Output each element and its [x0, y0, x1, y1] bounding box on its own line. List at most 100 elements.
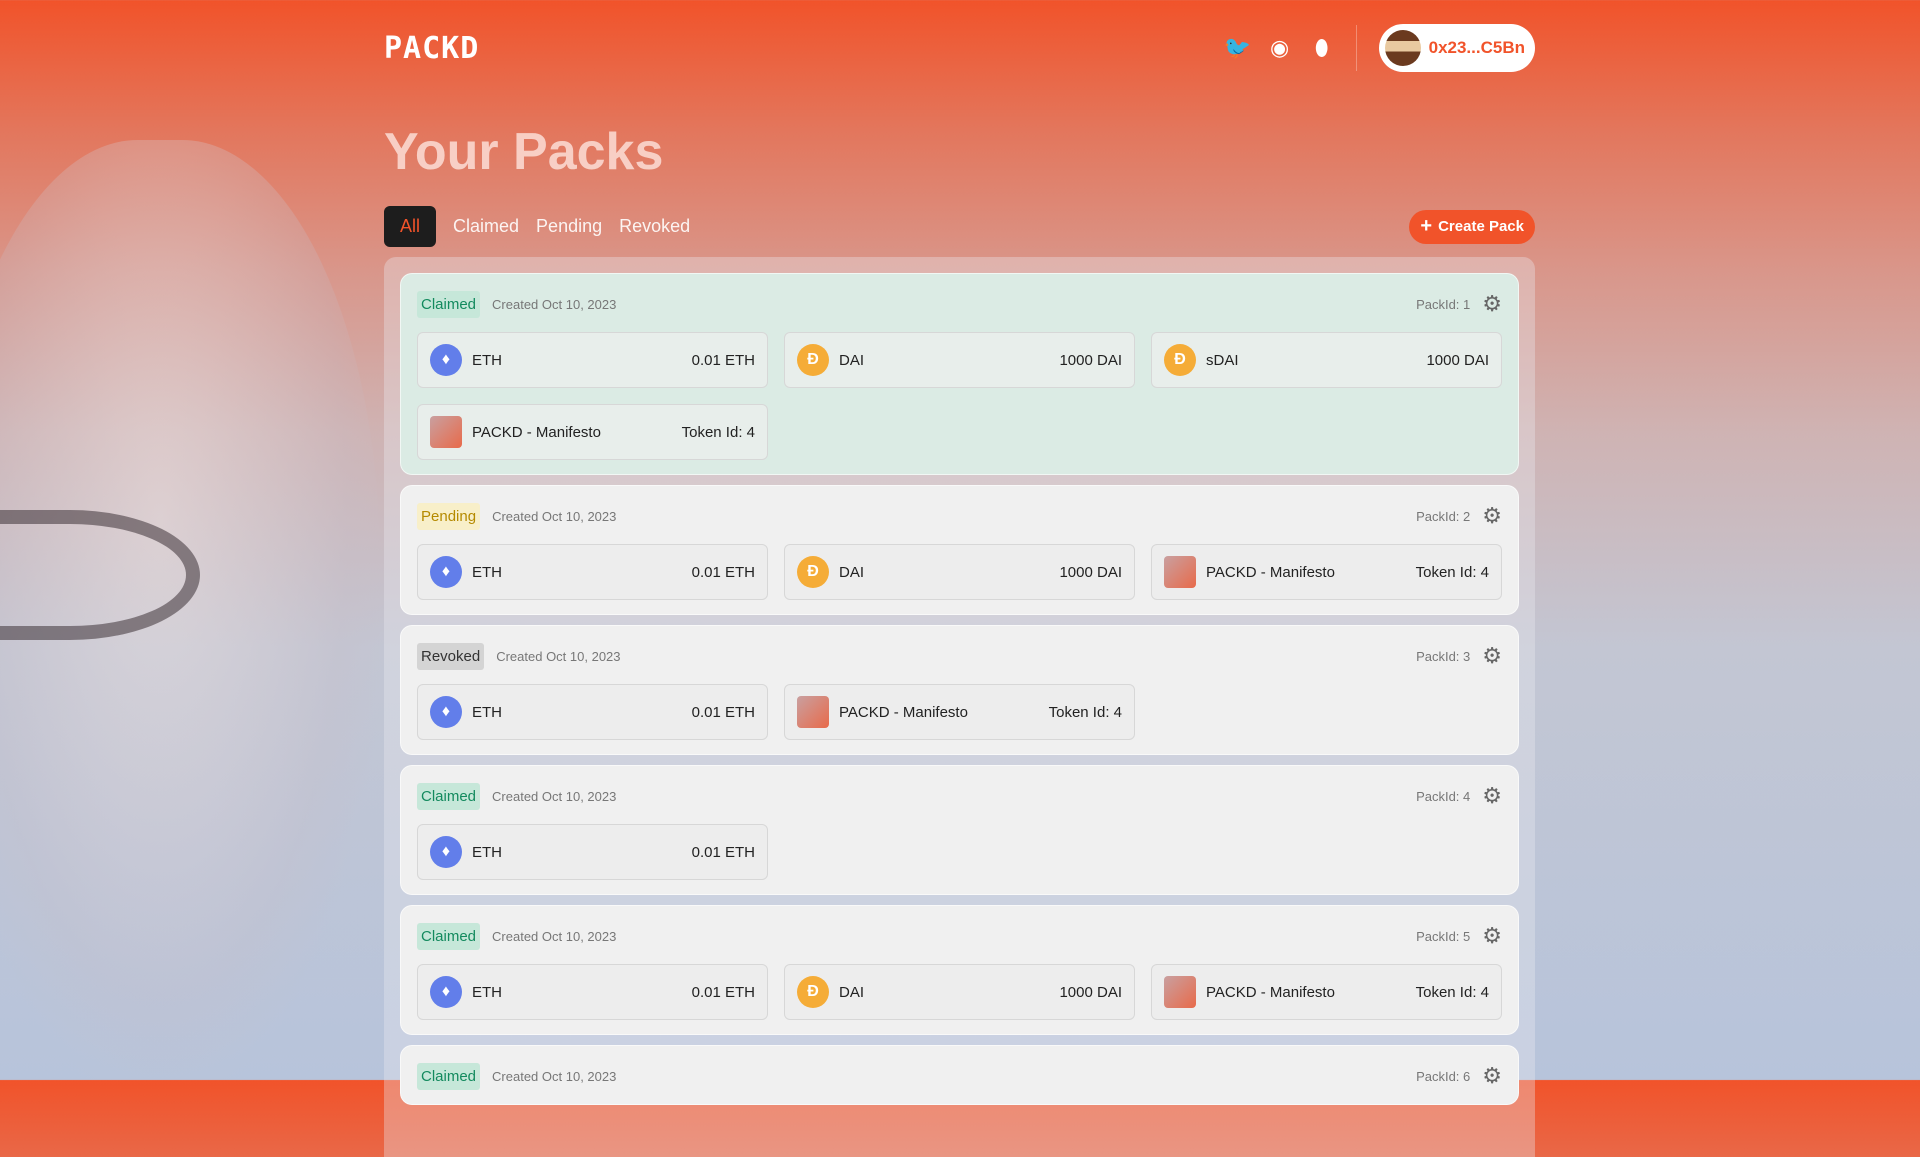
- status-badge: Claimed: [417, 290, 481, 318]
- create-pack-label: Create Pack: [1438, 218, 1524, 235]
- nft-thumbnail: [1164, 556, 1196, 588]
- pack-card[interactable]: Claimed Created Oct 10, 2023 PackId: 6 ⚙: [400, 1045, 1519, 1105]
- asset-name: DAI: [839, 563, 865, 581]
- asset-item: Ð DAI 1000 DAI: [784, 544, 1135, 600]
- asset-value: 0.01 ETH: [691, 843, 755, 861]
- status-badge: Claimed: [417, 922, 481, 950]
- asset-name: PACKD - Manifesto: [1206, 983, 1335, 1001]
- gear-icon[interactable]: ⚙: [1482, 503, 1502, 529]
- pack-card[interactable]: Claimed Created Oct 10, 2023 PackId: 4 ⚙ ♦ ET…: [400, 765, 1519, 895]
- twitter-icon[interactable]: 🐦: [1224, 35, 1251, 60]
- tab-pending[interactable]: Pending: [536, 216, 602, 237]
- asset-value: 1000 DAI: [1059, 351, 1122, 369]
- gear-icon[interactable]: ⚙: [1482, 783, 1502, 809]
- asset-item: PACKD - Manifesto Token Id: 4: [1151, 964, 1502, 1020]
- gear-icon[interactable]: ⚙: [1482, 291, 1502, 317]
- asset-item: PACKD - Manifesto Token Id: 4: [1151, 544, 1502, 600]
- nft-thumbnail: [1164, 976, 1196, 1008]
- pack-id: PackId: 5: [1416, 928, 1471, 944]
- page-title: Your Packs: [384, 123, 664, 181]
- asset-value: Token Id: 4: [1415, 563, 1489, 581]
- header: PACKD 🐦 ◉ ⬮ 0x23...C5Bn: [384, 0, 1535, 96]
- asset-item: ÐsDAI 1000 DAI: [1151, 332, 1502, 388]
- filter-tabs: All Claimed Pending Revoked: [384, 206, 690, 247]
- asset-value: 0.01 ETH: [691, 563, 755, 581]
- asset-item: ♦ ETH 0.01 ETH: [417, 544, 768, 600]
- asset-name: DAI: [839, 983, 865, 1001]
- asset-item: Ð DAI 1000 DAI: [784, 332, 1135, 388]
- wallet-address: 0x23...C5Bn: [1428, 38, 1525, 57]
- pack-id: PackId: 3: [1416, 648, 1471, 664]
- dai-icon: Ð: [797, 556, 829, 588]
- plus-icon: +: [1420, 215, 1433, 237]
- asset-value: 0.01 ETH: [691, 351, 755, 369]
- asset-item: PACKD - Manifesto Token Id: 4: [784, 684, 1135, 740]
- asset-value: 0.01 ETH: [691, 703, 755, 721]
- dai-icon: Ð: [797, 976, 829, 1008]
- background-photo: [0, 140, 380, 1080]
- asset-name: ETH: [472, 563, 502, 581]
- status-badge: Claimed: [417, 782, 481, 810]
- pack-id: PackId: 1: [1416, 296, 1471, 312]
- asset-name: ETH: [472, 843, 502, 861]
- notification-icon[interactable]: ⬮: [1310, 35, 1334, 60]
- asset-value: 0.01 ETH: [691, 983, 755, 1001]
- avatar: [1384, 30, 1421, 66]
- pack-card[interactable]: Revoked Created Oct 10, 2023 PackId: 3 ⚙ ♦ ET…: [400, 625, 1519, 755]
- wallet-button[interactable]: 0x23...C5Bn: [1378, 24, 1535, 72]
- pack-card[interactable]: Pending Created Oct 10, 2023 PackId: 2 ⚙ ♦ ET…: [400, 485, 1519, 615]
- eth-icon: ♦: [430, 344, 462, 376]
- create-pack-button[interactable]: + Create Pack: [1409, 209, 1535, 244]
- asset-item: Ð DAI 1000 DAI: [784, 964, 1135, 1020]
- asset-name: sDAI: [1206, 351, 1239, 369]
- nft-thumbnail: [797, 696, 829, 728]
- created-date: Created Oct 10, 2023: [496, 648, 621, 664]
- asset-value: 1000 DAI: [1059, 563, 1122, 581]
- asset-name: ETH: [472, 703, 502, 721]
- eth-icon: ♦: [430, 696, 462, 728]
- discord-icon[interactable]: ◉: [1268, 35, 1292, 60]
- asset-item: PACKD - Manifesto Token Id: 4: [417, 404, 768, 460]
- created-date: Created Oct 10, 2023: [492, 788, 617, 804]
- asset-name: PACKD - Manifesto: [472, 423, 601, 441]
- asset-value: 1000 DAI: [1059, 983, 1122, 1001]
- gear-icon[interactable]: ⚙: [1482, 923, 1502, 949]
- dai-icon: Ð: [1164, 344, 1196, 376]
- asset-value: 1000 DAI: [1426, 351, 1489, 369]
- asset-name: PACKD - Manifesto: [1206, 563, 1335, 581]
- asset-value: Token Id: 4: [681, 423, 755, 441]
- glasses-shape: [0, 510, 200, 640]
- main-container: PACKD 🐦 ◉ ⬮ 0x23...C5Bn Your Packs All C…: [384, 0, 1535, 1157]
- pack-card[interactable]: Claimed Created Oct 10, 2023 PackId: 1 ⚙ ♦ ET…: [400, 273, 1519, 475]
- created-date: Created Oct 10, 2023: [492, 296, 617, 312]
- pack-list: Claimed Created Oct 10, 2023 PackId: 1 ⚙ ♦ ET…: [384, 257, 1535, 1157]
- status-badge: Pending: [417, 502, 481, 530]
- created-date: Created Oct 10, 2023: [492, 508, 617, 524]
- status-badge: Claimed: [417, 1062, 481, 1090]
- eth-icon: ♦: [430, 836, 462, 868]
- asset-item: ♦ ETH 0.01 ETH: [417, 332, 768, 388]
- nft-thumbnail: [430, 416, 462, 448]
- gear-icon[interactable]: ⚙: [1482, 643, 1502, 669]
- pack-id: PackId: 2: [1416, 508, 1471, 524]
- eth-icon: ♦: [430, 556, 462, 588]
- pack-id: PackId: 6: [1416, 1068, 1471, 1084]
- tab-all[interactable]: All: [384, 206, 437, 247]
- divider: [1355, 25, 1357, 71]
- dai-icon: Ð: [797, 344, 829, 376]
- created-date: Created Oct 10, 2023: [492, 1068, 617, 1084]
- asset-name: PACKD - Manifesto: [839, 703, 968, 721]
- pack-card[interactable]: Claimed Created Oct 10, 2023 PackId: 5 ⚙ ♦ ET…: [400, 905, 1519, 1035]
- asset-name: DAI: [839, 351, 865, 369]
- asset-item: ♦ ETH 0.01 ETH: [417, 964, 768, 1020]
- tab-claimed[interactable]: Claimed: [453, 216, 519, 237]
- tab-revoked[interactable]: Revoked: [619, 216, 690, 237]
- gear-icon[interactable]: ⚙: [1482, 1063, 1502, 1089]
- asset-item: ♦ ETH 0.01 ETH: [417, 684, 768, 740]
- asset-name: ETH: [472, 351, 502, 369]
- status-badge: Revoked: [417, 642, 485, 670]
- pack-id: PackId: 4: [1416, 788, 1471, 804]
- asset-name: ETH: [472, 983, 502, 1001]
- asset-value: Token Id: 4: [1415, 983, 1489, 1001]
- logo[interactable]: PACKD: [384, 31, 479, 66]
